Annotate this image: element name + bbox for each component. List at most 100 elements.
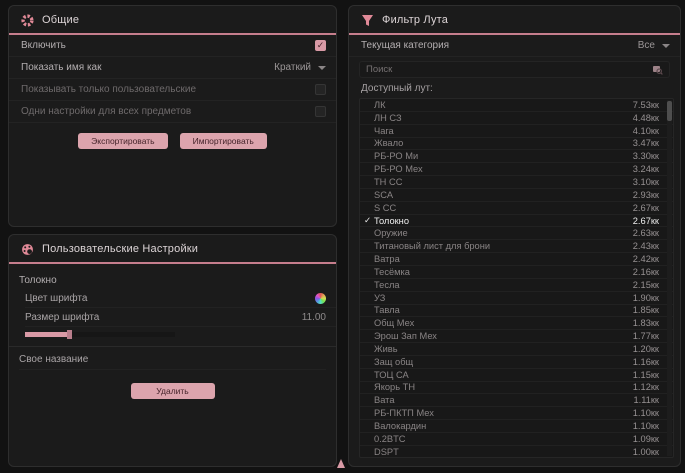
loot-item-row[interactable]: РБ-ПКТП Мех1.10кк [360, 407, 673, 420]
loot-item-row[interactable]: Тавла1.85кк [360, 305, 673, 318]
search-box[interactable] [359, 61, 670, 78]
loot-item-value: 1.83кк [633, 318, 659, 328]
settings-row: Одни настройки для всех предметов [9, 101, 336, 123]
loot-item-row[interactable]: Эрош Зап Мех1.77кк [360, 330, 673, 343]
loot-item-value: 1.77кк [633, 331, 659, 341]
loot-item-row[interactable]: Ватра2.42кк [360, 253, 673, 266]
search-icon[interactable] [652, 64, 663, 75]
loot-item-row[interactable]: Живь1.20кк [360, 343, 673, 356]
loot-item-value: 1.09кк [633, 434, 659, 444]
loot-item-name: Тесёмка [374, 267, 633, 277]
font-size-row: Размер шрифта 11.00 [25, 308, 336, 327]
loot-item-value: 1.10кк [633, 421, 659, 431]
loot-item-name: Эрош Зап Мех [374, 331, 633, 341]
settings-row-label: Включить [21, 40, 66, 51]
loot-item-row[interactable]: ТН СС3.10кк [360, 176, 673, 189]
loot-item-row[interactable]: S СС2.67кк [360, 202, 673, 215]
loot-item-name: РБ-РО Ми [374, 151, 633, 161]
loot-item-name: ЛН СЗ [374, 113, 633, 123]
loot-item-row[interactable]: Жвало3.47кк [360, 138, 673, 151]
loot-item-row[interactable]: Валокардин1.10кк [360, 420, 673, 433]
funnel-icon [361, 14, 374, 27]
loot-item-row[interactable]: Тесёмка2.16кк [360, 266, 673, 279]
loot-item-row[interactable]: 0.2BTC1.09кк [360, 433, 673, 446]
scrollbar-thumb[interactable] [667, 101, 672, 121]
loot-list: ЛК7.53ккЛН СЗ4.48ккЧага4.10ккЖвало3.47кк… [359, 98, 674, 458]
category-select[interactable]: Все [638, 40, 670, 51]
slider-handle[interactable] [67, 330, 72, 339]
settings-row-label: Показывать только пользовательские [21, 84, 196, 95]
delete-row: Удалить [9, 383, 336, 399]
loot-item-row[interactable]: УЗ1.90кк [360, 292, 673, 305]
checkbox-unchecked[interactable] [315, 106, 326, 117]
color-picker-icon[interactable] [315, 293, 326, 304]
filter-panel-header: Фильтр Лута [349, 6, 680, 33]
loot-item-value: 1.15кк [633, 370, 659, 380]
loot-item-name: Ватра [374, 254, 633, 264]
checkbox-checked[interactable]: ✓ [315, 40, 326, 51]
loot-rows: ЛК7.53ккЛН СЗ4.48ккЧага4.10ккЖвало3.47кк… [360, 99, 673, 458]
custom-name-field[interactable]: Свое название [19, 354, 88, 365]
loot-item-row[interactable]: Якорь ТН1.12кк [360, 382, 673, 395]
loot-item-row[interactable]: Защ общ1.16кк [360, 356, 673, 369]
loot-item-row[interactable]: Оружие2.63кк [360, 227, 673, 240]
chevron-down-icon [318, 66, 326, 70]
loot-item-name: Чага [374, 126, 633, 136]
delete-button[interactable]: Удалить [131, 383, 215, 399]
loot-item-name: S СС [374, 203, 633, 213]
font-size-label: Размер шрифта [25, 312, 99, 323]
loot-item-row[interactable]: Титановый лист для брони2.43кк [360, 240, 673, 253]
loot-item-value: 1.00кк [633, 447, 659, 457]
custom-panel-title: Пользовательские Настройки [42, 243, 198, 255]
loot-item-value: 7.53кк [633, 100, 659, 110]
font-size-slider[interactable] [25, 332, 175, 337]
custom-name-row[interactable]: Свое название [19, 349, 326, 370]
scrollbar[interactable] [667, 100, 672, 456]
loot-item-value: 3.24кк [633, 164, 659, 174]
loot-item-row[interactable]: РБ-РО Мех3.24кк [360, 163, 673, 176]
loot-item-row[interactable]: SCA2.93кк [360, 189, 673, 202]
import-button[interactable]: Импортировать [180, 133, 267, 149]
search-input[interactable] [366, 64, 652, 75]
cursor-marker [337, 459, 345, 468]
loot-item-value: 3.10кк [633, 177, 659, 187]
loot-item-name: ТН СС [374, 177, 633, 187]
loot-item-row[interactable]: Чага4.10кк [360, 125, 673, 138]
loot-item-value: 2.67кк [633, 216, 659, 226]
loot-item-row[interactable]: Тесла2.15кк [360, 279, 673, 292]
chevron-down-icon [662, 44, 670, 48]
loot-item-name: Вата [374, 395, 633, 405]
loot-item-row[interactable]: Вата1.11кк [360, 394, 673, 407]
loot-item-value: 2.93кк [633, 190, 659, 200]
loot-item-row[interactable]: ТОЦ СА1.15кк [360, 369, 673, 382]
loot-item-name: УЗ [374, 293, 633, 303]
category-value: Все [638, 40, 655, 51]
loot-item-value: 1.85кк [633, 305, 659, 315]
loot-item-name: Тесла [374, 280, 633, 290]
loot-item-row[interactable]: ✓Толокно2.67кк [360, 215, 673, 228]
loot-item-row[interactable]: РБ-РО Ми3.30кк [360, 150, 673, 163]
loot-item-row[interactable]: ЛК7.53кк [360, 99, 673, 112]
font-size-value: 11.00 [302, 312, 326, 323]
loot-item-row[interactable]: Общ Мех1.83кк [360, 317, 673, 330]
loot-item-value: 3.30кк [633, 151, 659, 161]
gear-icon [21, 14, 34, 27]
loot-item-name: РБ-ПКТП Мех [374, 408, 633, 418]
loot-item-value: 2.16кк [633, 267, 659, 277]
loot-item-name: Тавла [374, 305, 633, 315]
category-row: Текущая категория Все [349, 35, 680, 57]
checkbox-unchecked[interactable] [315, 84, 326, 95]
loot-item-row[interactable]: DSPT1.00кк [360, 446, 673, 458]
loot-item-name: Якорь ТН [374, 382, 633, 392]
font-color-row: Цвет шрифта [25, 289, 336, 308]
check-icon: ✓ [364, 215, 374, 226]
export-button[interactable]: Экспортировать [78, 133, 167, 149]
settings-row: Включить ✓ [9, 35, 336, 57]
loot-item-row[interactable]: ЛН СЗ4.48кк [360, 112, 673, 125]
category-label: Текущая категория [361, 40, 449, 51]
settings-row-label: Одни настройки для всех предметов [21, 106, 191, 117]
loot-item-name: Титановый лист для брони [374, 241, 633, 251]
loot-filter-panel: Фильтр Лута Текущая категория Все Доступ… [348, 5, 681, 467]
loot-item-name: Общ Мех [374, 318, 633, 328]
name-display-select[interactable]: Краткий [274, 62, 326, 73]
